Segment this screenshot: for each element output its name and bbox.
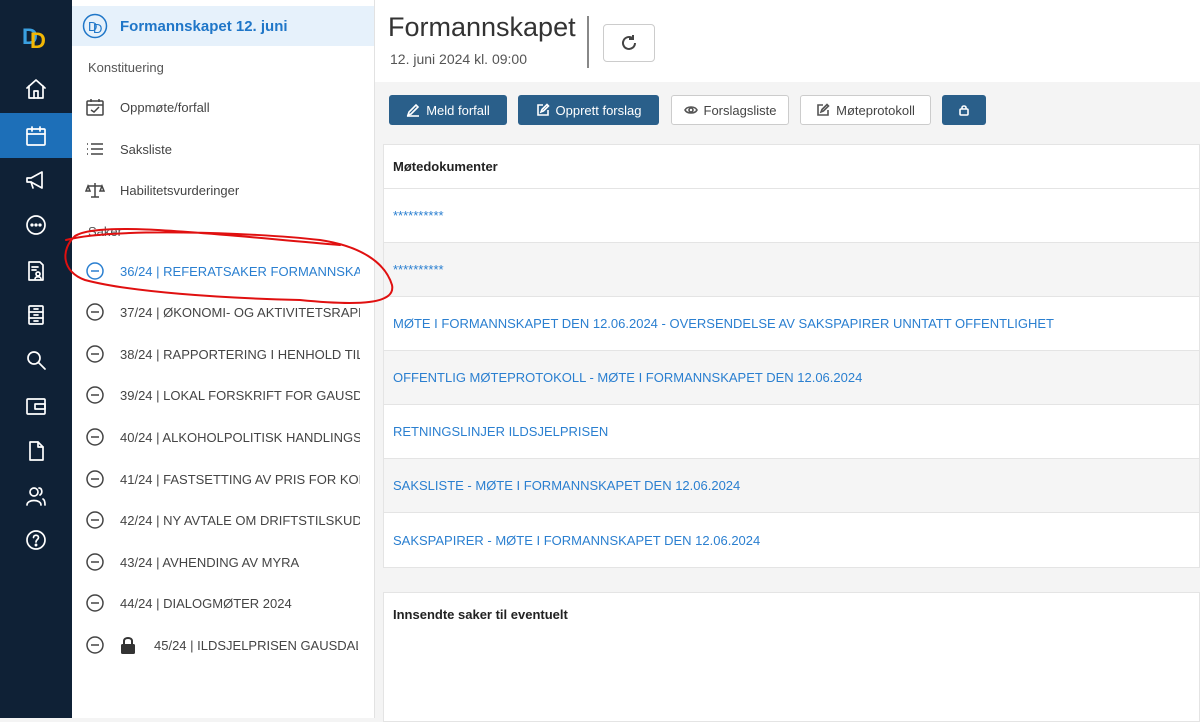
opprett-forslag-button[interactable]: Opprett forslag [518,95,659,125]
document-link[interactable]: RETNINGSLINJER ILDSJELPRISEN [384,405,1199,459]
case-item-44[interactable]: 44/24 | DIALOGMØTER 2024 [84,588,374,618]
eye-icon [683,106,698,114]
app-logo-icon[interactable]: D D [20,22,52,50]
document-link[interactable]: ********** [384,243,1199,297]
case-label: 36/24 | REFERATSAKER FORMANNSKAPET [120,263,360,279]
file-icon[interactable] [0,428,72,473]
minus-circle-icon [84,426,106,448]
sidebar-item-label: Saksliste [120,141,173,157]
pencil-icon [406,103,420,117]
calendar-icon[interactable] [0,113,72,158]
case-label: 44/24 | DIALOGMØTER 2024 [120,595,292,611]
case-label: 42/24 | NY AVTALE OM DRIFTSTILSKUDD [120,512,360,528]
meld-forfall-label: Meld forfall [426,102,490,118]
meld-forfall-button[interactable]: Meld forfall [389,95,507,125]
edit-square-icon [817,103,830,116]
list-icon [84,138,106,160]
forslagsliste-button[interactable]: Forslagsliste [671,95,789,125]
meeting-sidebar: D D Formannskapet 12. juni Konstituering… [72,0,375,718]
case-label: 41/24 | FASTSETTING AV PRIS FOR KOMMUNAL… [120,471,360,487]
sidebar-item-label: Oppmøte/forfall [120,99,210,115]
home-icon[interactable] [0,66,72,111]
minus-circle-icon [84,301,106,323]
eventuelt-panel: Innsendte saker til eventuelt [383,592,1200,722]
minus-circle-icon [84,509,106,531]
case-label: 40/24 | ALKOHOLPOLITISK HANDLINGSPLAN [120,429,360,445]
svg-text:D: D [93,21,102,36]
page-title: Formannskapet [388,12,576,42]
document-link[interactable]: SAKSLISTE - MØTE I FORMANNSKAPET DEN 12.… [384,459,1199,513]
archive-icon[interactable] [0,292,72,337]
case-item-38[interactable]: 38/24 | RAPPORTERING I HENHOLD TIL FINAN… [84,339,374,369]
case-item-40[interactable]: 40/24 | ALKOHOLPOLITISK HANDLINGSPLAN [84,422,374,452]
case-item-43[interactable]: 43/24 | AVHENDING AV MYRA [84,547,374,577]
case-item-39[interactable]: 39/24 | LOKAL FORSKRIFT FOR GAUSDAL KOMM… [84,380,374,410]
case-label: 45/24 | ILDSJELPRISEN GAUSDAL KOMMUNE [154,637,358,653]
minus-circle-icon [84,551,106,573]
lock-icon [121,637,135,654]
scales-icon [84,179,106,201]
minus-circle-icon [84,260,106,282]
wallet-icon[interactable] [0,383,72,428]
case-item-45[interactable]: 45/24 | ILDSJELPRISEN GAUSDAL KOMMUNE [84,630,374,660]
sidebar-header[interactable]: D D Formannskapet 12. juni [72,6,374,46]
edit-square-icon [536,103,550,116]
case-label: 43/24 | AVHENDING AV MYRA [120,554,300,570]
minus-circle-icon [84,468,106,490]
eventuelt-title: Innsendte saker til eventuelt [393,607,568,622]
minus-circle-icon [84,384,106,406]
refresh-button[interactable] [603,24,655,62]
icon-rail: D D [0,0,72,718]
case-label: 37/24 | ØKONOMI- OG AKTIVITETSRAPPORT [120,304,360,320]
moteprotokoll-button[interactable]: Møteprotokoll [800,95,931,125]
case-label: 38/24 | RAPPORTERING I HENHOLD TIL FINAN… [120,346,360,362]
moteprotokoll-label: Møteprotokoll [836,102,915,118]
megaphone-icon[interactable] [0,157,72,202]
help-icon[interactable] [0,517,72,562]
document-link[interactable]: OFFENTLIG MØTEPROTOKOLL - MØTE I FORMANN… [384,351,1199,405]
main-content: Formannskapet 12. juni 2024 kl. 09:00 Me… [375,0,1200,722]
page-header: Formannskapet 12. juni 2024 kl. 09:00 [375,0,1200,82]
section-konstituering: Konstituering [88,60,164,75]
minus-circle-icon [84,634,106,656]
documents-title: Møtedokumenter [384,145,1199,189]
case-item-41[interactable]: 41/24 | FASTSETTING AV PRIS FOR KOMMUNAL… [84,464,374,494]
sidebar-item-oppmote[interactable]: Oppmøte/forfall [84,92,374,122]
minus-circle-icon [84,592,106,614]
users-icon[interactable] [0,473,72,518]
case-label: 39/24 | LOKAL FORSKRIFT FOR GAUSDAL KOMM… [120,387,360,403]
document-link[interactable]: ********** [384,189,1199,243]
document-link[interactable]: SAKSPAPIRER - MØTE I FORMANNSKAPET DEN 1… [384,513,1199,567]
svg-text:D: D [30,28,46,50]
case-item-36[interactable]: 36/24 | REFERATSAKER FORMANNSKAPET [84,256,374,286]
calendar-check-icon [84,96,106,118]
page-subtitle: 12. juni 2024 kl. 09:00 [390,51,527,67]
case-item-42[interactable]: 42/24 | NY AVTALE OM DRIFTSTILSKUDD [84,505,374,535]
sidebar-item-habilitet[interactable]: Habilitetsvurderinger [84,175,374,205]
lock-button[interactable] [942,95,986,125]
minus-circle-icon [84,343,106,365]
meeting-logo-icon: D D [82,13,108,39]
sidebar-item-saksliste[interactable]: Saksliste [84,134,374,164]
document-link[interactable]: MØTE I FORMANNSKAPET DEN 12.06.2024 - OV… [384,297,1199,351]
section-saker: Saker [88,224,122,239]
header-divider [587,16,589,68]
search-icon[interactable] [0,337,72,382]
sidebar-item-label: Habilitetsvurderinger [120,182,240,198]
refresh-icon [622,35,636,50]
forslagsliste-label: Forslagsliste [703,102,777,118]
document-user-icon[interactable] [0,248,72,293]
case-item-37[interactable]: 37/24 | ØKONOMI- OG AKTIVITETSRAPPORT [84,297,374,327]
lock-outline-icon [959,105,969,116]
documents-panel: Møtedokumenter ********** ********** MØT… [383,144,1200,568]
chat-icon[interactable] [0,202,72,247]
sidebar-title: Formannskapet 12. juni [120,17,288,35]
opprett-forslag-label: Opprett forslag [555,102,642,118]
